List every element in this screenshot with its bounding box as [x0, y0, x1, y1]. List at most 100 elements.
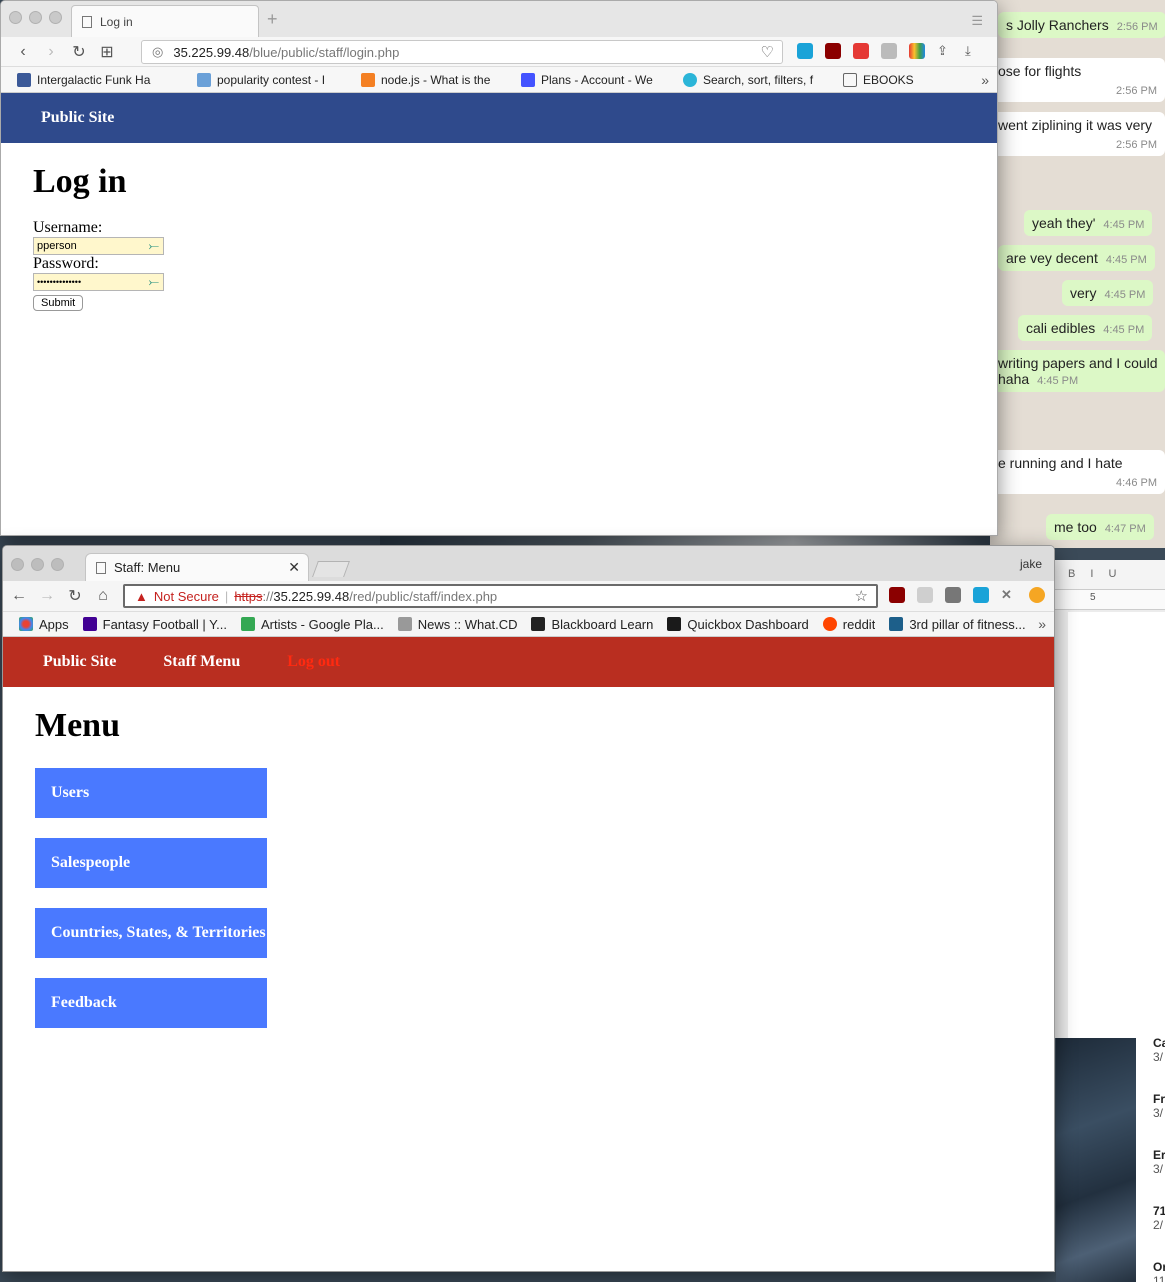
browser-window-staff-menu: Staff: Menu ✕ jake ← → ↻ ⌂ ▲ Not Secure … — [2, 545, 1055, 1272]
document-ruler: 5 — [1054, 590, 1165, 610]
yahoo-icon — [82, 617, 97, 631]
bookmark[interactable]: Plans - Account - We — [521, 72, 655, 87]
search-site-icon — [683, 72, 697, 87]
calendar-entry: Er 3/ — [1153, 1148, 1165, 1176]
url-host: 35.225.99.48 — [173, 44, 250, 60]
page-icon — [82, 15, 92, 28]
bookmark-star-icon[interactable]: ☆ — [855, 587, 868, 605]
url-host: 35.225.99.48 — [273, 588, 350, 604]
password-manager-icon[interactable]: ⤚ — [149, 274, 159, 290]
address-bar[interactable]: ▲ Not Secure | https://35.225.99.48/red/… — [123, 584, 878, 608]
nav-public-site-link[interactable]: Public Site — [43, 653, 116, 671]
speed-dial-icon[interactable]: ⊞ — [93, 42, 121, 62]
bookmark[interactable]: Artists - Google Pla... — [240, 617, 384, 632]
quickbox-icon — [667, 617, 682, 631]
new-tab-button[interactable] — [312, 561, 350, 577]
printer-icon[interactable] — [945, 587, 961, 603]
password-field[interactable]: •••••••••••••• ⤚ — [33, 273, 164, 291]
chat-message: writing papers and I could haha 4:45 PM — [990, 350, 1165, 392]
shield-extension-icon[interactable] — [797, 43, 813, 59]
page-title: Log in — [33, 163, 127, 200]
bookmark[interactable]: Search, sort, filters, f — [683, 72, 815, 87]
reload-button[interactable]: ↻ — [65, 42, 93, 62]
share-icon[interactable]: ⇪ — [937, 43, 953, 59]
bi-icon — [889, 617, 904, 631]
username-field[interactable]: pperson ⤚ — [33, 237, 164, 255]
apps-grid-icon — [19, 617, 33, 631]
chat-message: are vey decent 4:45 PM — [998, 245, 1155, 271]
not-secure-label: Not Secure — [153, 588, 219, 604]
extension-icon[interactable] — [917, 587, 933, 603]
menu-item-feedback[interactable]: Feedback — [35, 978, 267, 1028]
title-bar: Log in + ☰ — [1, 1, 997, 37]
bookmark[interactable]: Fantasy Football | Y... — [82, 617, 227, 632]
url-path: /red/public/staff/index.php — [349, 588, 498, 604]
nav-logout-link[interactable]: Log out — [287, 653, 340, 671]
close-window-button[interactable] — [11, 558, 24, 571]
login-section: Log in Username: pperson ⤚ Password: •••… — [1, 143, 997, 331]
heart-icon[interactable]: ♡ — [761, 43, 774, 61]
window-controls — [11, 558, 64, 571]
minimize-window-button[interactable] — [31, 558, 44, 571]
menu-section: Menu Users Salespeople Countries, States… — [3, 687, 1054, 1068]
reload-button[interactable]: ↻ — [61, 586, 89, 606]
bookmark[interactable]: reddit — [822, 617, 875, 632]
menu-item-countries[interactable]: Countries, States, & Territories — [35, 908, 267, 958]
new-tab-button[interactable]: + — [267, 9, 278, 30]
bookmark[interactable]: Intergalactic Funk Ha — [17, 72, 169, 87]
bookmark[interactable]: node.js - What is the — [361, 72, 493, 87]
back-button[interactable]: ← — [5, 587, 33, 605]
browser-window-login: Log in + ☰ ‹ › ↻ ⊞ ◎ 35.225.99.48/blue/p… — [0, 0, 998, 536]
chat-message: went ziplining it was very 2:56 PM — [990, 112, 1165, 156]
site-header: Public Site Staff Menu Log out — [3, 637, 1054, 687]
bookmark[interactable]: popularity contest - I — [197, 72, 333, 87]
warning-icon: ▲ — [135, 588, 148, 604]
close-window-button[interactable] — [9, 11, 22, 24]
bookmark[interactable]: Blackboard Learn — [531, 617, 653, 632]
close-tab-icon[interactable]: ✕ — [288, 559, 300, 576]
zoom-window-button[interactable] — [51, 558, 64, 571]
calendar-sidebar: Ca3/ Fr3/ Er3/ 712/ Or11 — [1136, 1036, 1165, 1282]
off-extension-icon[interactable] — [881, 43, 897, 59]
google-play-icon — [240, 617, 255, 631]
zoom-window-button[interactable] — [49, 11, 62, 24]
ublock-icon[interactable] — [825, 43, 841, 59]
password-manager-icon[interactable]: ⤚ — [149, 238, 159, 254]
submit-button[interactable]: Submit — [33, 295, 84, 311]
bookmark-apps[interactable]: Apps — [19, 617, 69, 632]
bookmark-folder[interactable]: EBOOKS — [843, 72, 914, 87]
profile-name[interactable]: jake — [1020, 557, 1042, 571]
minimize-window-button[interactable] — [29, 11, 42, 24]
facebook-icon — [17, 72, 31, 87]
back-button[interactable]: ‹ — [9, 43, 37, 61]
bookmark[interactable]: News :: What.CD — [397, 617, 517, 632]
more-bookmarks-icon[interactable]: » — [981, 72, 989, 88]
bookmark[interactable]: Quickbox Dashboard — [667, 617, 809, 632]
extension-icon[interactable] — [853, 43, 869, 59]
url-path: /blue/public/staff/login.php — [249, 44, 400, 60]
tab-login[interactable]: Log in — [71, 5, 259, 37]
home-icon[interactable]: ⌂ — [89, 587, 117, 605]
close-extension-icon[interactable]: ✕ — [1001, 587, 1017, 603]
forward-button[interactable]: › — [37, 43, 65, 61]
tab-menu-icon[interactable]: ☰ — [971, 13, 983, 29]
nav-public-site-link[interactable]: Public Site — [41, 109, 114, 127]
tab-staff-menu[interactable]: Staff: Menu ✕ — [85, 553, 309, 581]
menu-item-users[interactable]: Users — [35, 768, 267, 818]
address-bar[interactable]: ◎ 35.225.99.48/blue/public/staff/login.p… — [141, 40, 783, 64]
ublock-icon[interactable] — [889, 587, 905, 603]
bookmark[interactable]: 3rd pillar of fitness... — [889, 617, 1026, 632]
forward-button[interactable]: → — [33, 587, 61, 605]
alert-extension-icon[interactable] — [1029, 587, 1045, 603]
menu-item-salespeople[interactable]: Salespeople — [35, 838, 267, 888]
chat-window: s Jolly Ranchers 2:56 PM ose for flights 2… — [990, 0, 1165, 548]
more-bookmarks-icon[interactable]: » — [1038, 616, 1046, 632]
download-icon[interactable]: ⤓ — [965, 43, 981, 59]
tab-title: Log in — [100, 14, 133, 29]
stackoverflow-icon — [361, 72, 375, 87]
rainbow-extension-icon[interactable] — [909, 43, 925, 59]
document-toolbar: B I U — [1054, 560, 1165, 590]
chat-message: s Jolly Ranchers 2:56 PM — [998, 12, 1165, 38]
shield-extension-icon[interactable] — [973, 587, 989, 603]
nav-staff-menu-link[interactable]: Staff Menu — [163, 653, 240, 671]
